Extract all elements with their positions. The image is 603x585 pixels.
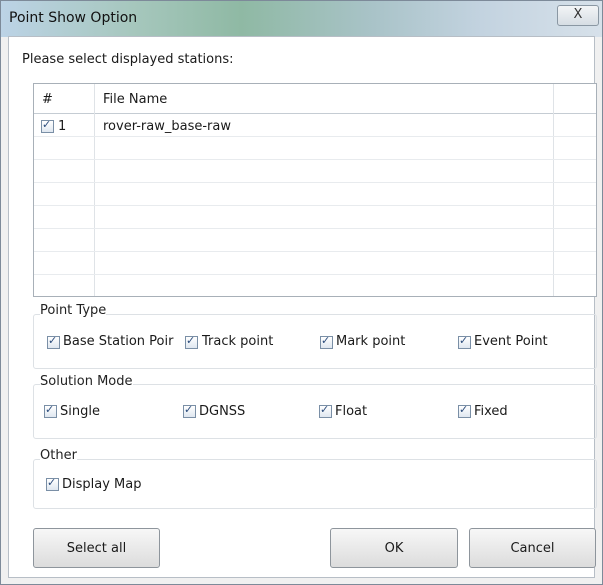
mark-point-checkbox[interactable]	[320, 334, 333, 349]
track-point-checkbox[interactable]	[185, 334, 198, 349]
track-point-label[interactable]: Track point	[202, 334, 273, 349]
close-button[interactable]: X	[557, 5, 599, 26]
dgnss-checkbox[interactable]	[183, 403, 196, 418]
close-icon: X	[573, 7, 583, 22]
ok-button[interactable]: OK	[330, 528, 458, 568]
cancel-button[interactable]: Cancel	[469, 528, 596, 568]
other-label: Other	[40, 448, 77, 463]
row-checkbox[interactable]	[41, 118, 54, 133]
base-station-point-checkbox[interactable]	[47, 334, 60, 349]
row-divider	[34, 251, 596, 252]
float-label[interactable]: Float	[335, 404, 367, 419]
station-prompt: Please select displayed stations:	[22, 52, 234, 67]
solution-mode-label: Solution Mode	[40, 374, 133, 389]
display-map-label[interactable]: Display Map	[62, 477, 142, 492]
title-bar[interactable]: Point Show Option X	[1, 1, 602, 37]
fixed-label[interactable]: Fixed	[474, 404, 508, 419]
event-point-checkbox[interactable]	[458, 334, 471, 349]
solution-mode-group	[33, 384, 597, 439]
select-all-button[interactable]: Select all	[33, 528, 160, 568]
row-divider	[34, 205, 596, 206]
header-divider	[34, 113, 596, 114]
single-label[interactable]: Single	[60, 404, 100, 419]
row-divider	[34, 182, 596, 183]
column-header-index[interactable]: #	[42, 92, 53, 107]
base-station-point-label[interactable]: Base Station Poir	[63, 334, 173, 349]
event-point-label[interactable]: Event Point	[474, 334, 548, 349]
float-checkbox[interactable]	[319, 403, 332, 418]
row-divider	[34, 274, 596, 275]
row-file-name: rover-raw_base-raw	[103, 119, 231, 134]
column-divider	[553, 84, 554, 296]
row-divider	[34, 159, 596, 160]
column-divider	[94, 84, 95, 296]
fixed-checkbox[interactable]	[458, 403, 471, 418]
column-header-file-name[interactable]: File Name	[103, 92, 167, 107]
display-map-checkbox[interactable]	[46, 476, 59, 491]
single-checkbox[interactable]	[44, 403, 57, 418]
dgnss-label[interactable]: DGNSS	[199, 404, 245, 419]
window-title: Point Show Option	[9, 10, 138, 26]
point-type-label: Point Type	[40, 303, 107, 318]
row-index: 1	[58, 119, 67, 134]
row-divider	[34, 136, 596, 137]
station-table[interactable]: # File Name 1 rover-raw_base-raw	[33, 83, 597, 297]
row-divider	[34, 228, 596, 229]
mark-point-label[interactable]: Mark point	[336, 334, 405, 349]
